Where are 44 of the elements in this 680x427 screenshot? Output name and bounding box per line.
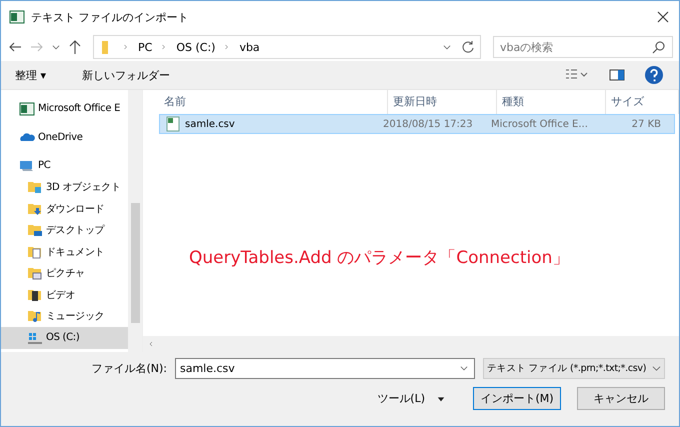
music-icon — [27, 308, 43, 324]
dropdown-icon — [437, 394, 445, 402]
spreadsheet-icon — [9, 9, 25, 25]
address-bar[interactable]: PC OS (C:) vba — [93, 35, 481, 59]
up-arrow-icon[interactable] — [67, 39, 83, 55]
csv-file-icon — [165, 116, 181, 132]
dropdown-icon — [652, 366, 661, 371]
filename-field[interactable]: samle.csv — [175, 358, 475, 379]
nav-item[interactable]: ミュージック — [1, 306, 128, 327]
close-icon[interactable] — [655, 9, 671, 25]
scrollbar[interactable] — [128, 90, 142, 352]
file-name: samle.csv — [185, 118, 235, 130]
breadcrumb[interactable]: OS (C:) — [176, 40, 216, 54]
filetype-dropdown[interactable]: テキスト ファイル (*.prn;*.txt;*.csv) — [483, 358, 665, 379]
search-icon — [651, 39, 667, 55]
breadcrumb[interactable]: PC — [138, 40, 152, 54]
refresh-icon[interactable] — [460, 39, 476, 55]
tools-button[interactable]: ツール(L) — [371, 390, 451, 407]
window-title: テキスト ファイルのインポート — [31, 10, 190, 24]
table-cell-text: 2018/08/15 17:23 — [382, 118, 474, 130]
nav-item[interactable]: ダウンロード — [1, 198, 128, 220]
nav-item[interactable]: Microsoft Office E — [1, 98, 128, 120]
file-row[interactable]: samle.csv 2018/08/15 17:23 Microsoft Office E... 27 KB — [159, 114, 675, 134]
search-field[interactable]: vbaの検索 — [493, 36, 673, 58]
nav-item[interactable]: OneDrive — [1, 126, 128, 148]
nav-item[interactable]: デスクトップ — [1, 220, 128, 241]
table-cell-text: 27 KB — [630, 118, 662, 130]
nav-item[interactable]: ドキュメント — [1, 241, 128, 262]
nav-item[interactable]: PC — [1, 155, 128, 176]
nav-item[interactable]: ピクチャ — [1, 262, 128, 284]
field-label: ファイル名(N): — [91, 361, 167, 376]
nav-item[interactable]: ビデオ — [1, 284, 128, 306]
toolbar-button[interactable]: 整理 ▾ — [11, 68, 50, 82]
annotation-text: QueryTables.Add のパラメータ「Connection」 — [189, 247, 570, 269]
dialog-button[interactable]: キャンセル — [577, 387, 665, 410]
help-icon[interactable] — [645, 66, 663, 84]
breadcrumb[interactable]: vba — [239, 40, 260, 54]
nav-item[interactable]: 3D オブジェクト — [1, 176, 128, 198]
preview-pane-icon[interactable] — [609, 67, 625, 83]
spreadsheet-icon — [19, 100, 35, 117]
table-cell-text: Microsoft Office E... — [490, 118, 589, 130]
nav-item[interactable]: OS (C:) — [1, 327, 128, 348]
toolbar-button[interactable]: 新しいフォルダー — [78, 68, 174, 82]
dialog-button[interactable]: インポート(M) — [473, 387, 561, 410]
